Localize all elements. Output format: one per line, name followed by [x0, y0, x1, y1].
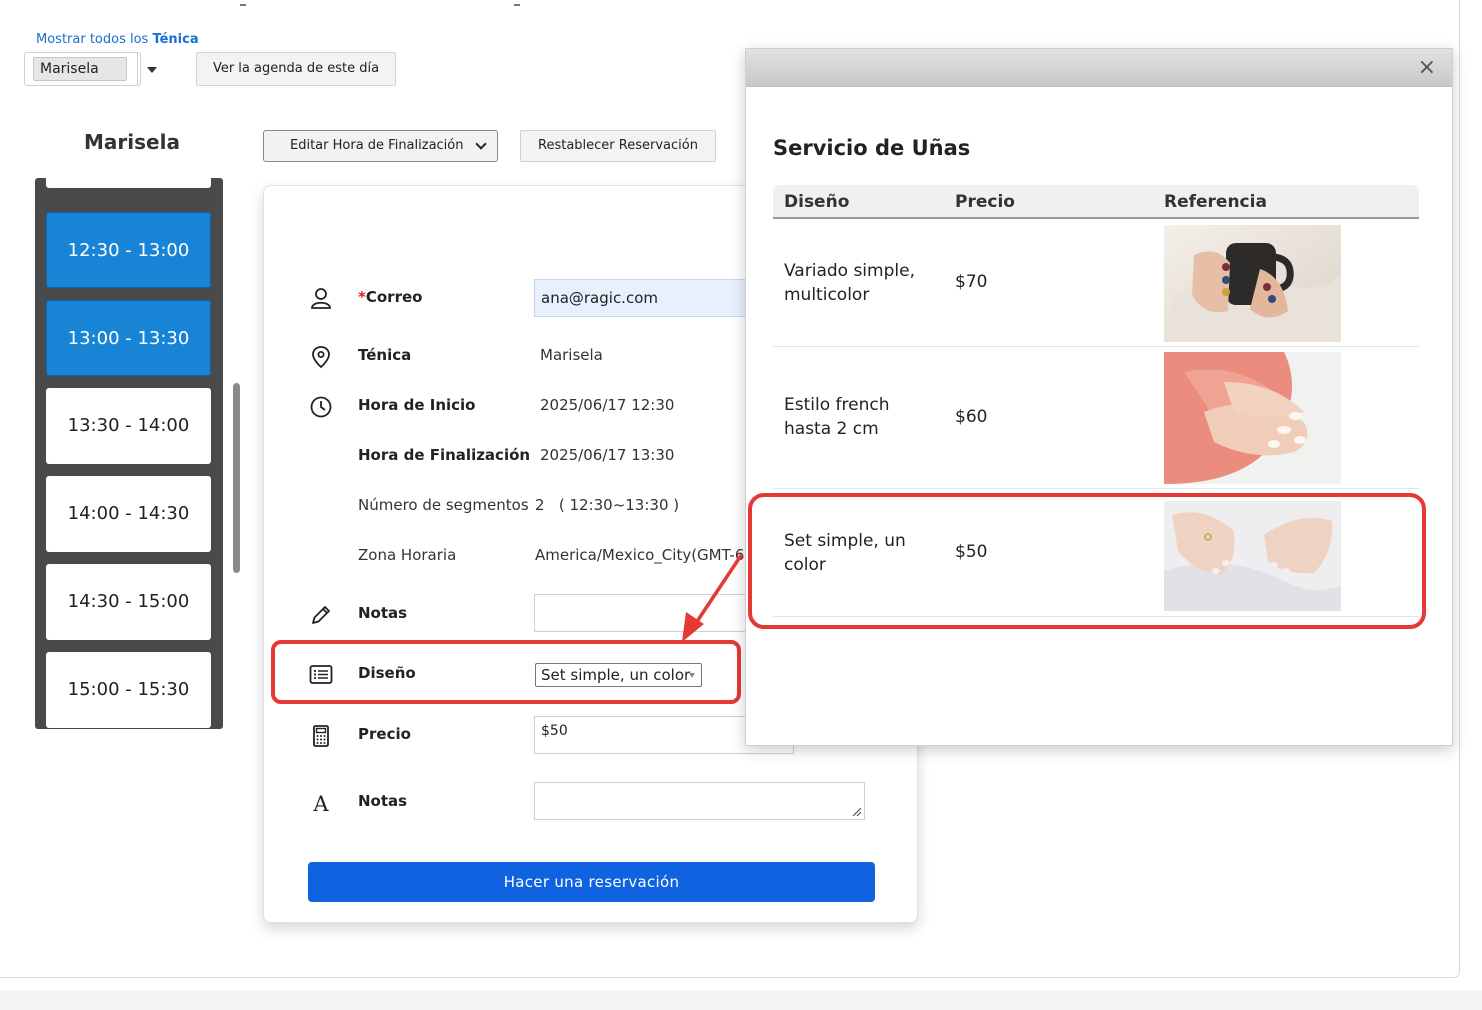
text-font-icon: A [312, 792, 329, 816]
time-slot[interactable]: 14:30 - 15:00 [46, 564, 211, 640]
close-icon[interactable]: × [1418, 57, 1436, 79]
page-footer-strip [0, 990, 1482, 1010]
notes2-textarea[interactable] [534, 782, 865, 820]
show-all-field: Ténica [152, 32, 199, 47]
table-row[interactable]: Estilo french hasta 2 cm $60 [773, 347, 1419, 489]
chevron-down-icon [475, 138, 487, 150]
view-day-agenda-button[interactable]: Ver la agenda de este día [196, 52, 396, 86]
column-header-price: Precio [955, 192, 1015, 212]
end-time-label: Hora de Finalización [358, 446, 531, 464]
show-all-prefix: Mostrar todos los [36, 32, 149, 47]
annotation-arrow-icon [682, 553, 744, 642]
notes2-label: Notas [358, 792, 408, 810]
notes2-row: A Notas [264, 782, 919, 822]
segments-label: Número de segmentos [358, 496, 529, 514]
clock-icon [310, 396, 332, 418]
svg-text:A: A [312, 792, 329, 816]
nails-holding-mug-photo [1164, 225, 1341, 342]
user-icon [311, 288, 331, 309]
time-slot-partial[interactable] [46, 178, 211, 188]
staff-select-divider [137, 53, 138, 85]
popup-title: Servicio de Uñas [773, 136, 971, 160]
staff-chip: Marisela [33, 57, 127, 81]
price-label: Precio [358, 725, 411, 743]
time-slot[interactable]: 15:00 - 15:30 [46, 652, 211, 728]
popup-title-bar: × [746, 49, 1452, 87]
end-time-value: 2025/06/17 13:30 [540, 446, 675, 464]
time-slot[interactable]: 13:30 - 14:00 [46, 388, 211, 464]
time-slot[interactable]: 14:00 - 14:30 [46, 476, 211, 552]
selected-row-highlight [748, 493, 1426, 629]
slots-scrollbar[interactable] [233, 383, 240, 573]
timezone-label: Zona Horaria [358, 546, 457, 564]
table-row[interactable]: Variado simple, multicolor $70 [773, 221, 1419, 347]
make-reservation-button[interactable]: Hacer una reservación [308, 862, 875, 902]
nail-service-popup: × Servicio de Uñas Diseño Precio Referen… [745, 48, 1453, 746]
row-design: Estilo french hasta 2 cm [784, 395, 890, 439]
resize-grip-icon[interactable] [851, 806, 861, 816]
segments-value: 2 ( 12:30~13:30 ) [535, 496, 680, 514]
reset-reservation-button[interactable]: Restablecer Reservación [520, 130, 716, 162]
row-price: $60 [955, 407, 988, 427]
tech-label: Ténica [358, 346, 412, 364]
row-price: $70 [955, 272, 988, 292]
edit-end-time-label: Editar Hora de Finalización [290, 138, 464, 153]
column-header-design: Diseño [784, 192, 850, 212]
time-slot[interactable]: 13:00 - 13:30 [46, 300, 211, 376]
start-time-value: 2025/06/17 12:30 [540, 396, 675, 414]
time-slots-panel: 12:30 - 13:00 13:00 - 13:30 13:30 - 14:0… [35, 178, 223, 729]
column-header-reference: Referencia [1164, 192, 1267, 212]
design-field-highlight [271, 640, 741, 704]
email-label: *Correo [358, 288, 423, 306]
edit-end-time-select[interactable]: Editar Hora de Finalización [263, 130, 498, 162]
french-nails-pink-cloth-photo [1164, 352, 1341, 484]
location-pin-icon [312, 346, 330, 369]
show-all-link[interactable]: Mostrar todos los Ténica [36, 32, 199, 47]
tech-value: Marisela [540, 346, 603, 364]
staff-name-heading: Marisela [84, 130, 180, 154]
popup-table-header: Diseño Precio Referencia [773, 185, 1419, 219]
calculator-icon [313, 725, 329, 747]
row-design: Variado simple, multicolor [784, 261, 915, 305]
pencil-icon [312, 606, 330, 624]
time-slot[interactable]: 12:30 - 13:00 [46, 212, 211, 288]
caret-down-icon[interactable] [147, 67, 157, 73]
staff-select[interactable]: Marisela [24, 52, 157, 86]
start-time-label: Hora de Inicio [358, 396, 476, 414]
notes-label: Notas [358, 604, 408, 622]
